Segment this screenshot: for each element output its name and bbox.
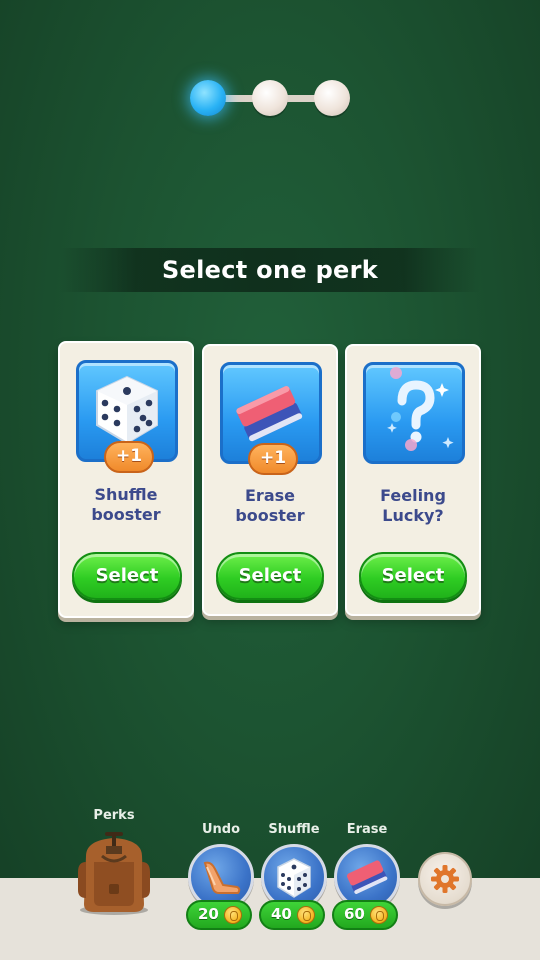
settings-button[interactable] bbox=[418, 852, 472, 906]
progress-dot-1-active bbox=[190, 80, 226, 116]
booster-label: Undo bbox=[201, 822, 241, 837]
booster-label: Erase bbox=[346, 822, 388, 837]
cost-pill: 20 bbox=[186, 900, 252, 930]
perk-card-shuffle: +1 Shuffle booster Select bbox=[58, 341, 194, 618]
select-feeling-lucky-button[interactable]: Select bbox=[359, 552, 467, 600]
question-mark-icon bbox=[387, 367, 454, 451]
page-title: Select one perk bbox=[161, 256, 379, 284]
select-shuffle-button[interactable]: Select bbox=[72, 552, 182, 600]
cost-pill: 40 bbox=[259, 900, 325, 930]
perks-label: Perks bbox=[93, 808, 135, 823]
quantity-badge: +1 bbox=[248, 443, 298, 475]
perk-card-erase: +1 Erase booster Select bbox=[202, 344, 338, 616]
perk-name-line2: booster bbox=[235, 506, 305, 525]
cost-value: 40 bbox=[271, 905, 292, 923]
perk-name: Shuffle booster bbox=[60, 485, 192, 525]
perk-name-line1: Shuffle bbox=[94, 485, 158, 504]
boomerang-icon bbox=[203, 861, 241, 894]
coin-icon bbox=[370, 906, 388, 924]
perk-name: Erase booster bbox=[204, 486, 336, 526]
gear-icon bbox=[431, 865, 459, 893]
booster-slot-undo[interactable]: Undo 20 bbox=[186, 822, 256, 934]
perk-name-line1: Erase bbox=[245, 486, 295, 505]
progress-dot-3 bbox=[314, 80, 350, 116]
step-progress bbox=[190, 80, 350, 116]
quantity-badge: +1 bbox=[104, 441, 154, 473]
cost-value: 60 bbox=[344, 905, 365, 923]
booster-slot-shuffle[interactable]: Shuffle 40 bbox=[259, 822, 329, 934]
perk-name-line2: Lucky? bbox=[382, 506, 444, 525]
perk-name: Feeling Lucky? bbox=[347, 486, 479, 526]
eraser-icon bbox=[347, 860, 388, 894]
select-erase-button[interactable]: Select bbox=[216, 552, 324, 600]
dice-icon bbox=[277, 858, 311, 898]
cost-value: 20 bbox=[198, 905, 219, 923]
booster-slot-erase[interactable]: Erase 60 bbox=[332, 822, 402, 934]
perk-card-feeling-lucky: Feeling Lucky? Select bbox=[345, 344, 481, 616]
booster-label: Shuffle bbox=[268, 822, 320, 837]
coin-icon bbox=[297, 906, 315, 924]
perk-name-line2: booster bbox=[91, 505, 161, 524]
backpack-icon bbox=[78, 832, 150, 915]
cost-pill: 60 bbox=[332, 900, 398, 930]
progress-dot-2 bbox=[252, 80, 288, 116]
perk-name-line1: Feeling bbox=[380, 486, 446, 505]
perks-backpack[interactable]: Perks bbox=[66, 808, 162, 915]
perk-tile bbox=[363, 362, 465, 464]
coin-icon bbox=[224, 906, 242, 924]
